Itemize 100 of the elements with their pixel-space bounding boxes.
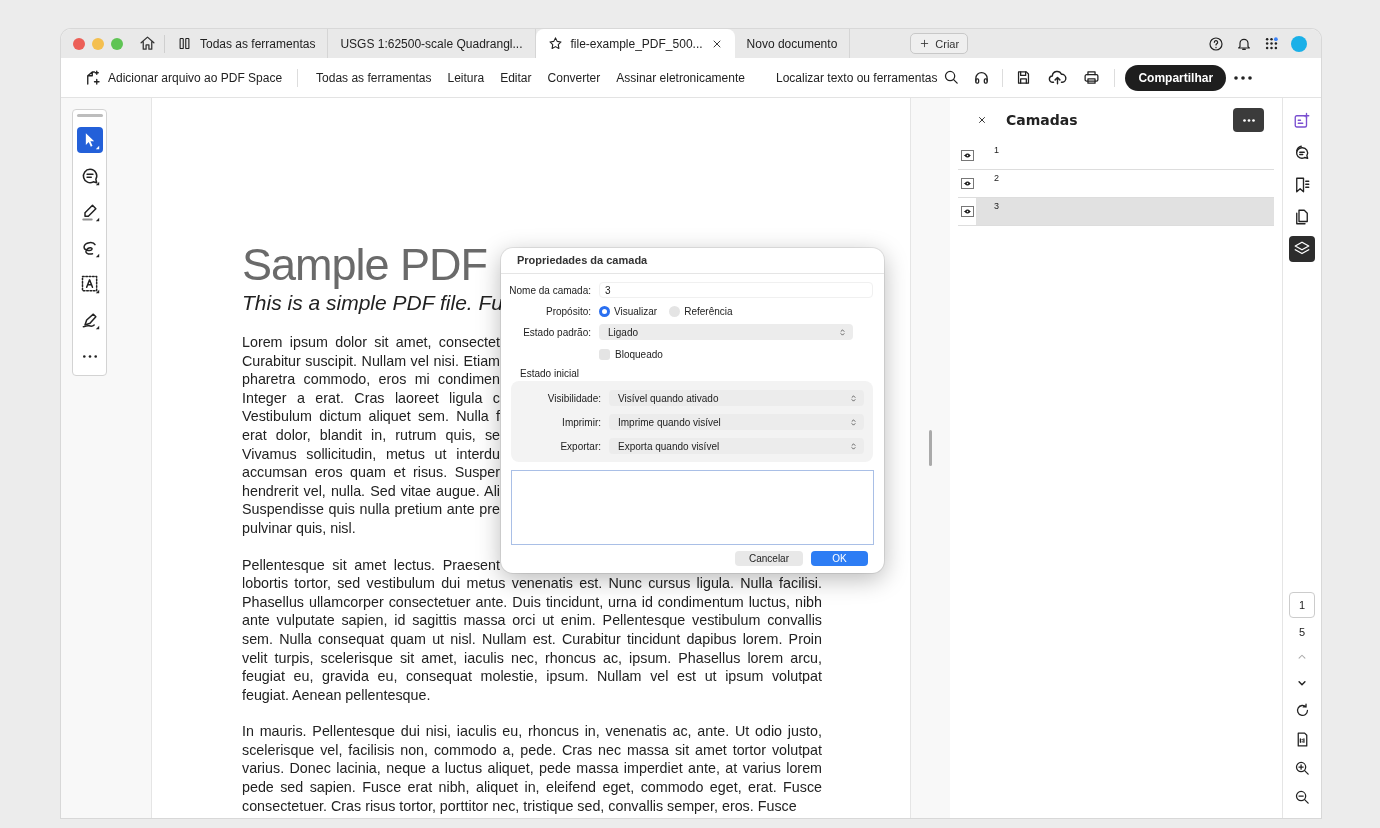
text-line: velit turpis, scelerisque sit amet, iaculis nec, rhoncus ac, ipsum. Phasellus lorem arcu, [242,648,822,668]
text-line: Phasellus ullamcorper consectetuer ante. Duis tincidunt, urna id condimentum luctus, nibh [242,592,822,612]
section-title: Estado inicial [519,367,580,379]
sparkle-panel-icon [1293,112,1311,130]
zoom-out-icon [1293,789,1311,806]
menu-item[interactable]: Assinar eletronicamente [608,66,753,89]
text-line: scelerisque vel, facilisis non, commodo a, pede. Cras nec massa sit amet tortor volutpat [242,740,822,760]
updown-icon [849,417,858,427]
comment-icon [1293,144,1311,162]
apps-grid-icon [1264,36,1279,51]
text-line: Vestibulum dictum aliquet sem. Nulla f [242,407,500,426]
text-line: varius. Donec lacinia, neque a luctus aliquet, pede massa imperdiet ante, at varius lorem [242,759,822,779]
browser-tab[interactable]: Novo documento [734,29,851,58]
more-icon [1242,118,1255,122]
radio-button[interactable] [669,305,681,317]
create-button[interactable]: Criar [910,33,969,54]
text-line: Vivamus sollicitudin, metus ut interdu [242,444,500,464]
panel-tab[interactable] [1289,236,1315,262]
field-label: Imprimir: [561,416,602,428]
radio-button[interactable] [599,305,610,317]
menu-item[interactable]: Converter [539,66,609,89]
text-line: Lorem ipsum dolor sit amet, consectet [242,333,500,352]
headphones-icon [973,69,991,86]
plus-icon [919,38,931,49]
tools-icon [177,36,192,51]
field-label: Visibilidade: [546,392,602,404]
search-button[interactable]: Localizar texto ou ferramentas [770,65,966,90]
menu-item[interactable]: Todas as ferramentas [308,66,440,89]
menu-item[interactable]: Leitura [439,66,493,89]
dropdown[interactable]: Exporta quando visível [609,438,864,454]
menu-item[interactable]: Editar [492,66,540,89]
close-icon [976,114,988,126]
page-number-field[interactable]: 1 [1289,592,1315,618]
browser-tab[interactable]: Todas as ferramentas [165,29,329,58]
checkbox[interactable] [599,348,610,360]
dropdown[interactable]: Visível quando ativado [609,390,864,406]
add-file-button[interactable]: Adicionar arquivo ao PDF Space [79,64,288,91]
text-line: sem. Nulla consequat quam ut nisl. Nullam est. Curabitur tincidunt dapibus lorem. Proin [242,629,822,649]
eye-icon [962,180,972,187]
page-total: 5 [1298,626,1306,638]
help-icon [1208,35,1224,52]
visibility-toggle[interactable] [960,178,974,189]
field-label: Propósito: [544,305,592,317]
layer-item[interactable]: 3 [976,198,1274,225]
close-panel-button[interactable] [976,114,988,126]
text-line: Suspendisse quis nulla pretium ante pre [242,500,500,519]
checkbox-label: Bloqueado [615,348,663,360]
text-line: pede sed sapien. Fusce erat nibh, aliquet in, eleifend eget, commodo eget, erat. Fusce [242,778,822,797]
zoom-in-icon [1293,760,1311,777]
browser-tab[interactable]: USGS 1:62500-scale Quadrangl... [328,29,536,58]
add-file-icon [84,68,102,87]
text-line: feugiat eu, gravida eu, consequat molestie, ipsum. Nullam vel est ut ipsum volutpat [242,667,822,686]
cloud-upload-icon [1048,68,1068,87]
radio-label: Referência [684,305,733,317]
browser-tab[interactable]: file-example_PDF_500... [535,29,735,58]
dropdown[interactable]: Imprime quando visível [609,414,864,430]
close-window-button[interactable] [73,37,85,50]
home-icon [139,35,156,52]
field-label: Nome da camada: [508,284,592,296]
eye-icon [962,208,972,215]
layer-name-field[interactable]: 3 [599,282,873,298]
field-label: Exportar: [559,440,602,452]
visibility-toggle[interactable] [960,150,974,161]
zoom-out-button[interactable] [1293,789,1311,806]
text-line: pulvinar quis, nisl. [242,518,357,538]
radio-label: Visualizar [614,305,658,317]
text-line: erat dolor, blandit in, rutrum quis, se [242,425,500,445]
pages-icon [1293,208,1311,226]
layer-item[interactable]: 1 [976,142,1274,169]
text-box-icon [79,274,100,294]
printer-icon [1083,69,1101,86]
text-line: Integer a erat. Cras laoreet ligula c [242,388,500,408]
ok-button[interactable]: OK [811,551,868,566]
splitter-handle[interactable] [929,430,932,466]
share-button[interactable]: Compartilhar [1125,64,1227,91]
text-line: Pellentesque sit amet lectus. Praesent [242,555,500,575]
zoom-in-button[interactable] [1293,760,1311,777]
eye-icon [962,152,972,159]
search-icon [943,69,961,86]
text-line: In mauris. Pellentesque dui nisi, iaculis eu, rhoncus in, venenatis ac, ante. Ut odio justo, [242,722,822,741]
text-line: hendrerit vel, nulla. Sed vitae augue. Ali [242,481,500,501]
drag-handle[interactable] [76,114,103,117]
more-icon [1234,75,1253,80]
updown-icon [849,441,858,451]
more-icon [82,354,97,358]
text-line: consectetuer. Cras risus tortor, porttitor nec, tristique sed, convallis semper, eros. Fusce [242,796,798,816]
visibility-toggle[interactable] [960,206,974,217]
text-line: ante vulputate sapien, id sagittis massa orci ut enim. Pellentesque vestibulum convallis [242,611,822,630]
bookmark-list-icon [1293,176,1311,194]
description-field[interactable] [511,470,874,545]
layer-item[interactable]: 2 [976,170,1274,197]
text-line: pharetra commodo, eros mi condimen [242,370,500,389]
panel-title: Camadas [1006,112,1078,128]
cancel-button[interactable]: Cancelar [734,551,803,566]
dropdown[interactable]: Ligado [599,324,853,340]
updown-icon [849,393,858,403]
panel-options-button[interactable] [1233,108,1264,132]
star-icon [547,36,563,51]
document-title: Sample PDF [242,241,488,289]
field-label: Estado padrão: [522,326,592,338]
